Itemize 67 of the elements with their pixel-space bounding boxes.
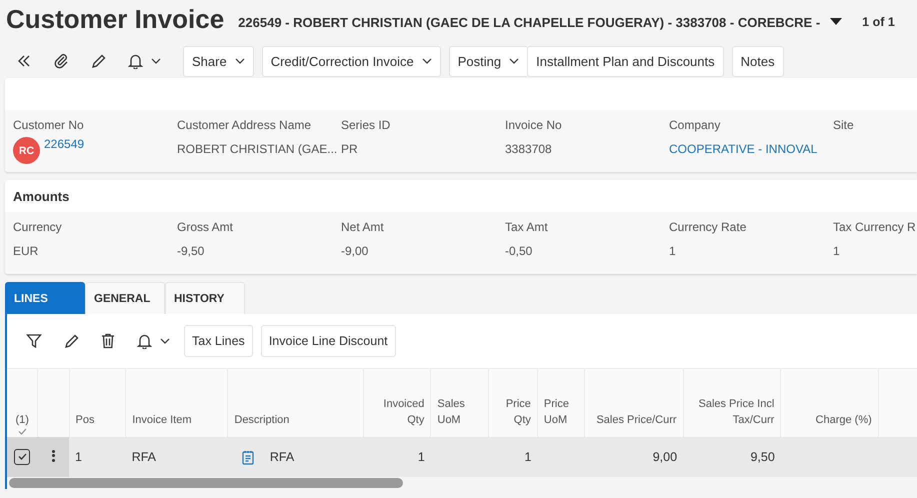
toolbar-button[interactable]: Tax Lines — [184, 325, 253, 357]
field-value: 1 — [669, 244, 676, 258]
field-label: Company — [669, 118, 720, 132]
paperclip-icon[interactable] — [53, 53, 69, 69]
tab[interactable]: LINES — [5, 282, 85, 314]
caret-icon — [509, 58, 520, 64]
field-value: -9,50 — [177, 244, 204, 258]
toolbar-button[interactable]: Installment Plan and Discounts — [527, 46, 724, 76]
table-cell: 1 — [418, 450, 425, 464]
pencil-icon[interactable] — [91, 54, 106, 68]
field-value: 3383708 — [505, 142, 552, 156]
field-label: Tax Currency R — [833, 220, 916, 234]
caret-icon — [151, 58, 161, 64]
record-pager: 1 of 1 — [862, 14, 895, 28]
selection-count: (1) — [15, 413, 29, 428]
scrollbar-thumb[interactable] — [9, 478, 403, 488]
field-label: Series ID — [341, 118, 390, 132]
toolbar-button[interactable]: Notes — [732, 46, 784, 76]
field-label: Site — [833, 118, 854, 132]
field-value: EUR — [13, 244, 38, 258]
table-cell: 9,50 — [750, 450, 775, 464]
field-value: PR — [341, 142, 358, 156]
check-icon — [18, 453, 27, 460]
caret-icon — [234, 58, 245, 64]
avatar-initials: RC — [13, 137, 40, 164]
pencil-icon[interactable] — [64, 334, 79, 348]
row-checkbox[interactable] — [14, 449, 30, 465]
table-cell: 1 — [75, 450, 82, 464]
tab[interactable]: HISTORY — [165, 282, 245, 314]
field-value: -9,00 — [341, 244, 368, 258]
bell-icon[interactable] — [137, 333, 152, 349]
section-title: Amounts — [13, 188, 70, 204]
field-link[interactable]: COOPERATIVE - INNOVAL — [669, 142, 818, 156]
field-label: Net Amt — [341, 220, 384, 234]
check-icon — [18, 428, 27, 435]
field-label: Invoice No — [505, 118, 562, 132]
dropdown-triangle-icon[interactable] — [830, 18, 842, 24]
more-options-icon[interactable] — [52, 448, 55, 463]
toolbar-button[interactable]: Invoice Line Discount — [260, 325, 396, 357]
toolbar-button[interactable]: Credit/Correction Invoice — [262, 46, 441, 76]
field-link[interactable]: 226549 — [44, 137, 84, 151]
table-cell: RFA — [132, 450, 156, 464]
filter-icon[interactable] — [26, 333, 42, 349]
field-label: Customer No — [13, 118, 84, 132]
field-label: Customer Address Name — [177, 118, 312, 132]
field-value: 1 — [833, 244, 840, 258]
field-value: ROBERT CHRISTIAN (GAE... — [177, 142, 338, 156]
toolbar-button[interactable]: Posting — [448, 46, 528, 76]
caret-icon — [422, 58, 432, 64]
document-icon[interactable] — [242, 450, 254, 464]
toolbar-button[interactable]: Share — [183, 46, 254, 76]
field-value: -0,50 — [505, 244, 532, 258]
table-cell: 9,00 — [652, 450, 678, 464]
trash-icon[interactable] — [101, 333, 115, 349]
record-title: 226549 - ROBERT CHRISTIAN (GAEC DE LA CHAPELLE FOUGERAY) - 3383708 - COREBCRE - — [238, 14, 820, 30]
field-label: Tax Amt — [505, 220, 548, 234]
page-title: Customer Invoice — [6, 4, 224, 34]
column-header[interactable]: Pos — [76, 412, 120, 428]
bell-icon[interactable] — [128, 53, 143, 69]
field-label: Gross Amt — [177, 220, 234, 234]
table-cell: RFA — [270, 450, 294, 464]
caret-icon — [160, 338, 170, 344]
field-label: Currency Rate — [669, 220, 746, 234]
table-cell: 1 — [524, 450, 532, 464]
field-label: Currency — [13, 220, 62, 234]
tab[interactable]: GENERAL — [85, 282, 165, 314]
double-chevron-left-icon[interactable] — [17, 54, 31, 68]
